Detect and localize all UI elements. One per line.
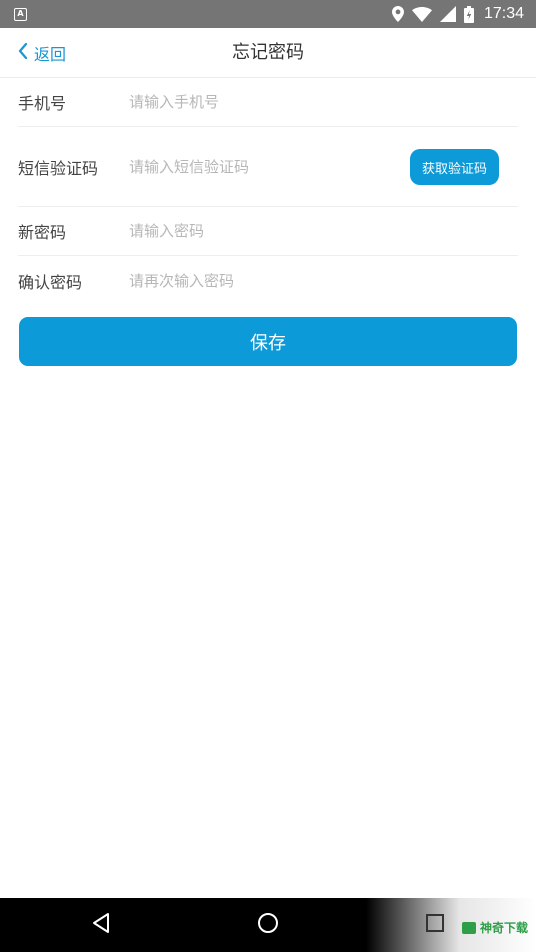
back-label: 返回 [34,45,67,64]
confirm-password-label: 确认密码 [18,272,83,292]
phone-input[interactable] [129,93,518,111]
nav-home-button[interactable] [238,898,298,952]
status-bar: A 17:34 [0,0,536,28]
confirm-password-input[interactable] [129,271,518,290]
new-password-label: 新密码 [18,223,67,242]
status-time: 17:34 [483,5,524,22]
watermark: 神奇下载 [461,919,528,936]
phone-label: 手机号 [18,94,67,113]
new-password-input[interactable] [129,222,518,240]
nav-back-button[interactable] [71,898,131,952]
confirm-password-row: 确认密码 [18,256,518,305]
new-password-row: 新密码 [18,207,518,256]
battery-charging-icon [463,5,474,23]
nav-recents-button[interactable] [405,898,465,952]
back-triangle-icon [91,912,111,938]
signal-icon [439,6,456,22]
sms-code-row: 短信验证码 获取验证码 [18,127,518,207]
wifi-icon [411,6,432,22]
watermark-logo-icon [461,921,476,934]
save-button[interactable]: 保存 [19,317,517,366]
watermark-text: 神奇下载 [479,921,528,935]
navigation-bar: 神奇下载 [0,898,536,952]
back-button[interactable]: 返回 [18,28,66,78]
forgot-password-form: 手机号 短信验证码 获取验证码 新密码 确认密码 [18,78,518,305]
chevron-left-icon [18,42,28,63]
page-title: 忘记密码 [232,42,304,63]
sms-code-label: 短信验证码 [18,158,99,178]
get-code-button[interactable]: 获取验证码 [410,149,499,185]
location-icon [391,6,404,22]
home-circle-icon [257,912,279,938]
header: 忘记密码 返回 [0,28,536,78]
a-letter-icon: A [14,7,27,21]
recents-square-icon [425,913,445,937]
phone-row: 手机号 [18,78,518,127]
